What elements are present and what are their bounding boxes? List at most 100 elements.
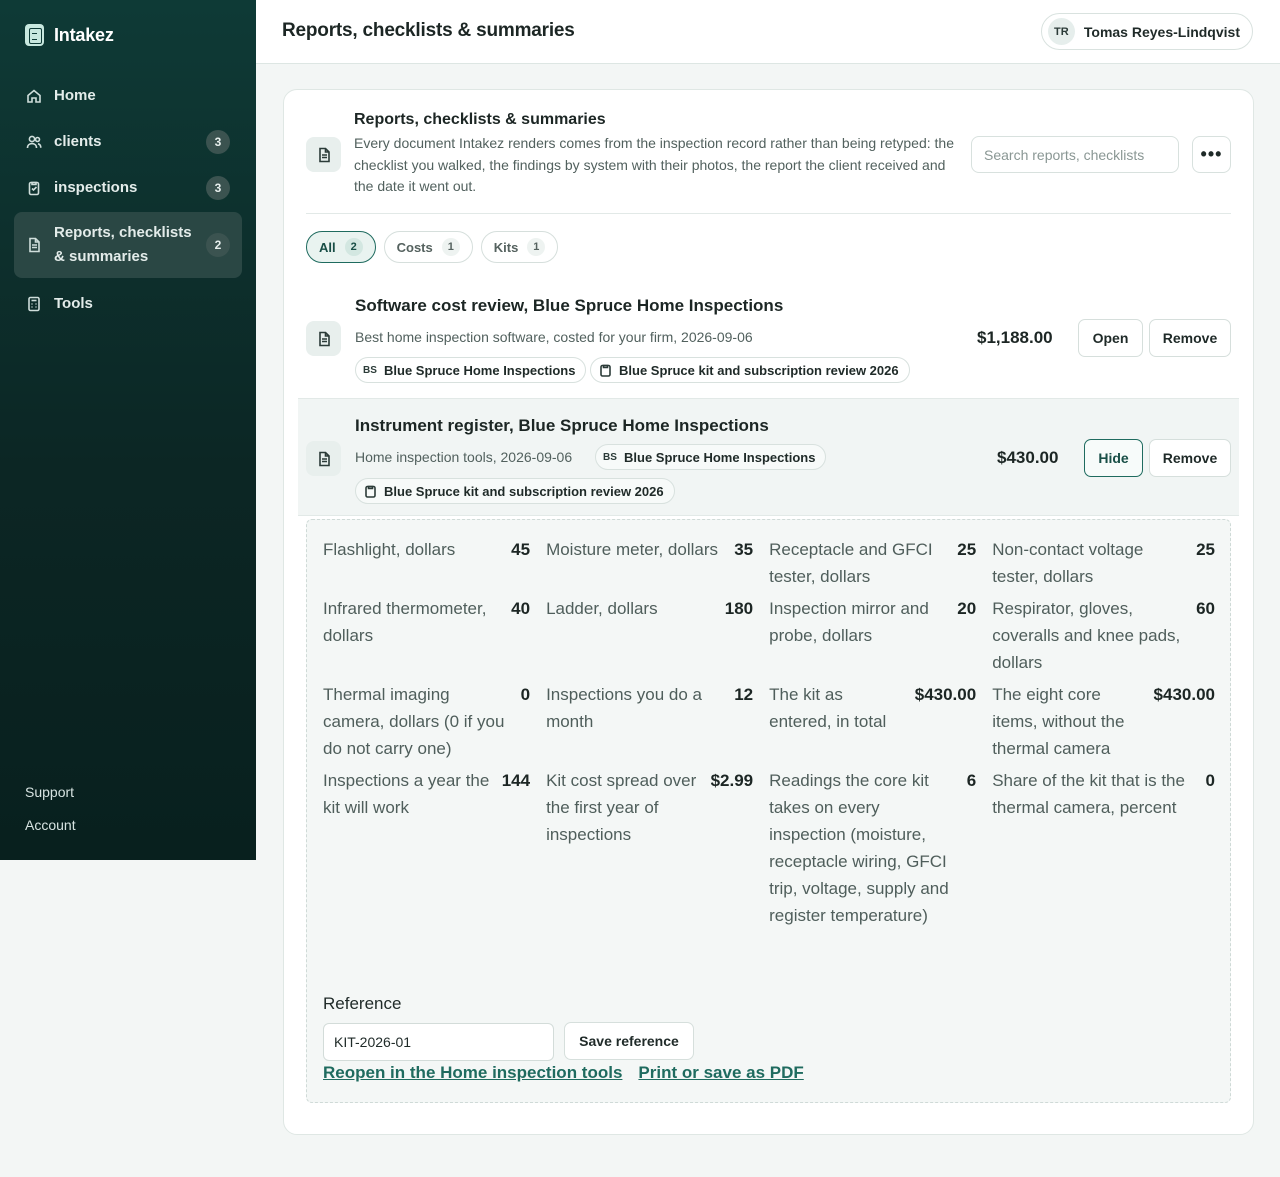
metric-voltage-tester: Non-contact voltage tester, dollars 25	[992, 536, 1215, 590]
reference-input[interactable]	[323, 1023, 554, 1061]
metric-label: Receptacle and GFCI tester, dollars	[769, 540, 933, 586]
document-icon	[26, 237, 42, 253]
filter-costs[interactable]: Costs 1	[383, 231, 473, 263]
metric-inspections-per-year: Inspections a year the kit will work 144	[323, 767, 546, 929]
user-name: Tomas Reyes-Lindqvist	[1083, 23, 1240, 40]
more-options-button[interactable]: •••	[1192, 136, 1231, 173]
metric-value: 180	[724, 599, 754, 618]
print-pdf-link[interactable]: Print or save as PDF	[638, 1063, 803, 1083]
filter-label: All	[319, 239, 336, 255]
report-amount: $1,188.00	[977, 328, 1053, 347]
metric-value: 20	[957, 599, 977, 618]
sidebar-item-label: clients	[54, 132, 102, 150]
section-description: Every document Intakez renders comes fro…	[354, 135, 954, 194]
inspection-tag-label: Blue Spruce kit and subscription review …	[619, 362, 899, 378]
metrics-grid: Flashlight, dollars 45 Moisture meter, do…	[323, 536, 1215, 934]
metric-label: Infrared thermometer, dollars	[323, 599, 487, 645]
document-icon	[306, 441, 341, 476]
report-amount: $430.00	[997, 448, 1059, 467]
metric-label: Readings the core kit takes on every ins…	[769, 771, 949, 925]
detail-links: Reopen in the Home inspection tools Prin…	[323, 1063, 804, 1083]
client-tag-label: Blue Spruce Home Inspections	[624, 449, 816, 465]
report-title: Instrument register, Blue Spruce Home In…	[355, 416, 769, 435]
client-initials: BS	[363, 364, 377, 376]
metric-label: Inspection mirror and probe, dollars	[769, 599, 929, 645]
report-row-expanded: Instrument register, Blue Spruce Home In…	[298, 398, 1239, 516]
sidebar-item-reports[interactable]: Reports, checklists & summaries 2	[14, 212, 242, 278]
metrics-row: Infrared thermometer, dollars 40 Ladder, …	[323, 595, 1215, 681]
open-button[interactable]: Open	[1078, 319, 1143, 357]
sidebar-item-clients[interactable]: clients 3	[14, 119, 242, 164]
sidebar-item-label: inspections	[54, 178, 138, 196]
sidebar-item-tools[interactable]: Tools	[14, 281, 242, 326]
metric-value: 40	[511, 599, 531, 618]
support-link[interactable]: Support	[25, 784, 76, 800]
remove-button[interactable]: Remove	[1149, 319, 1231, 357]
client-tag[interactable]: BS Blue Spruce Home Inspections	[595, 444, 827, 470]
brand-logo-icon	[25, 24, 44, 46]
brand[interactable]: Intakez	[25, 24, 114, 46]
users-icon	[26, 134, 42, 150]
metric-label: Respirator, gloves, coveralls and knee p…	[992, 599, 1181, 672]
metric-ladder: Ladder, dollars 180	[546, 595, 769, 676]
calculator-icon	[26, 296, 42, 312]
top-bar: Reports, checklists & summaries TR Tomas…	[256, 0, 1280, 64]
report-row: Software cost review, Blue Spruce Home I…	[298, 286, 1239, 397]
filter-chips: All 2 Costs 1 Kits 1	[306, 231, 559, 263]
reports-card: Reports, checklists & summaries Every do…	[283, 89, 1254, 1135]
metric-flashlight: Flashlight, dollars 45	[323, 536, 546, 590]
page-title: Reports, checklists & summaries	[282, 20, 575, 41]
section-header: Reports, checklists & summaries Every do…	[306, 110, 1231, 214]
save-reference-button[interactable]: Save reference	[564, 1022, 694, 1060]
metric-readings: Readings the core kit takes on every ins…	[769, 767, 992, 929]
account-link[interactable]: Account	[25, 817, 76, 833]
metric-label: Non-contact voltage tester, dollars	[992, 540, 1144, 586]
home-icon	[26, 88, 42, 104]
report-subtitle: Best home inspection software, costed fo…	[355, 329, 753, 345]
metric-value: 0	[1205, 771, 1215, 790]
metric-value: $430.00	[914, 685, 977, 704]
metric-label: Inspections you do a month	[546, 685, 703, 731]
count-badge: 2	[206, 233, 230, 257]
document-icon	[306, 321, 341, 356]
filter-kits[interactable]: Kits 1	[480, 231, 559, 263]
count-badge: 3	[206, 175, 230, 200]
filter-count: 2	[344, 238, 363, 256]
reopen-tools-link[interactable]: Reopen in the Home inspection tools	[323, 1063, 622, 1083]
clipboard-icon	[362, 485, 378, 498]
metric-thermal-camera: Thermal imaging camera, dollars (0 if yo…	[323, 681, 546, 762]
sidebar-item-inspections[interactable]: inspections 3	[14, 165, 242, 210]
sidebar-item-label: Reports, checklists & summaries	[54, 224, 192, 265]
metric-moisture-meter: Moisture meter, dollars 35	[546, 536, 769, 590]
user-menu[interactable]: TR Tomas Reyes-Lindqvist	[1040, 13, 1253, 50]
metric-gfci-tester: Receptacle and GFCI tester, dollars 25	[769, 536, 992, 590]
metric-label: Ladder, dollars	[546, 599, 658, 618]
sidebar-nav: Home clients 3 inspections 3 Reports, ch…	[14, 73, 242, 327]
metric-label: Share of the kit that is the thermal cam…	[992, 771, 1185, 817]
sidebar-item-label: Tools	[54, 294, 93, 312]
metrics-row: Flashlight, dollars 45 Moisture meter, do…	[323, 536, 1215, 595]
hide-button[interactable]: Hide	[1084, 439, 1143, 477]
metric-label: Moisture meter, dollars	[546, 540, 719, 559]
metric-label: Kit cost spread over the first year of i…	[546, 771, 697, 844]
metric-value: 0	[520, 685, 531, 704]
clipboard-icon	[597, 364, 613, 377]
remove-button[interactable]: Remove	[1149, 439, 1231, 477]
metric-label: Inspections a year the kit will work	[323, 771, 490, 817]
metric-label: Flashlight, dollars	[323, 540, 456, 559]
inspection-tag[interactable]: Blue Spruce kit and subscription review …	[355, 478, 675, 504]
report-subtitle: Home inspection tools, 2026-09-06	[355, 449, 573, 465]
metric-kit-total: The kit as entered, in total $430.00	[769, 681, 992, 762]
client-tag[interactable]: BS Blue Spruce Home Inspections	[355, 357, 587, 383]
client-tag-label: Blue Spruce Home Inspections	[384, 362, 576, 378]
metric-label: The kit as entered, in total	[769, 685, 887, 731]
sidebar-item-home[interactable]: Home	[14, 73, 242, 118]
filter-all[interactable]: All 2	[306, 231, 376, 263]
inspection-tag[interactable]: Blue Spruce kit and subscription review …	[590, 357, 910, 383]
filter-label: Kits	[493, 239, 519, 255]
metrics-row: Thermal imaging camera, dollars (0 if yo…	[323, 681, 1215, 767]
metric-cost-per-inspection: Kit cost spread over the first year of i…	[546, 767, 769, 929]
metric-value: 35	[734, 540, 754, 559]
metric-core-items: The eight core items, without the therma…	[992, 681, 1215, 762]
search-input[interactable]	[971, 136, 1179, 173]
